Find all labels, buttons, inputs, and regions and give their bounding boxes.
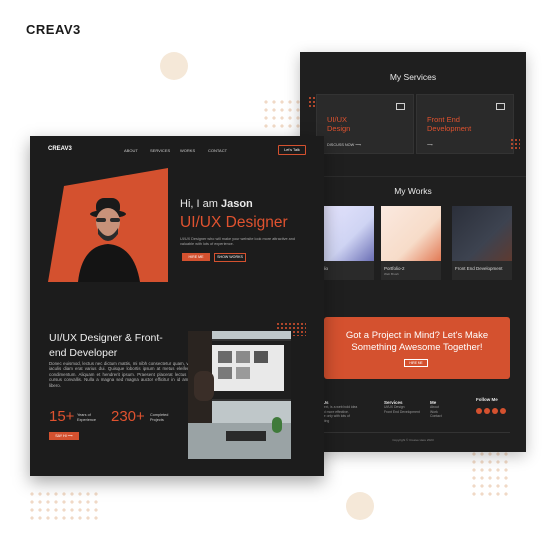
nav-item-about[interactable]: ABOUT (124, 148, 138, 153)
work-label: Front End Development (455, 266, 503, 271)
service-card-frontend[interactable]: Front End Development ⟶ (416, 94, 514, 154)
footer-heading: Follow Me (476, 397, 498, 402)
nav-logo[interactable]: CREAV3 (48, 146, 72, 152)
lets-talk-button[interactable]: Let's Talk (278, 145, 306, 155)
footer-link[interactable]: Front End Development (384, 410, 420, 415)
code-icon (496, 103, 505, 110)
service-title-line2: Design (327, 124, 351, 133)
work-label: Portfolio-2 (384, 266, 405, 271)
brand-logo: CREAV3 (26, 22, 81, 37)
footer-line: eeting (320, 418, 330, 423)
decor-circle-bottom (346, 492, 374, 520)
about-description: Donec euismod, lectus nec dictum mattis,… (49, 361, 192, 388)
decor-dots-left (28, 490, 100, 520)
decor-orange-dots (510, 138, 520, 150)
decor-dots-top (262, 98, 300, 130)
facebook-icon[interactable] (476, 408, 482, 414)
hire-me-button[interactable]: HIRE ME (182, 253, 210, 261)
service-title-line1: Front End (427, 115, 460, 124)
works-title: My Works (394, 186, 432, 196)
stat-projects-number: 230+ (111, 408, 145, 425)
work-thumbnail (452, 206, 512, 261)
service-card-uiux[interactable]: UI/UX Design DISCUSS NOW ⟶ (316, 94, 414, 154)
copyright: Copyright © Creave Here 2023 (392, 438, 434, 442)
stat-projects-label: Completed Projects (150, 413, 169, 422)
work-card-2[interactable]: Portfolio-2 Web Brush (381, 206, 441, 280)
cta-hire-button[interactable]: HIRE ME (404, 359, 428, 367)
nav-item-works[interactable]: WORKS (180, 148, 195, 153)
footer-col-follow: Follow Me (476, 397, 498, 402)
front-page-mockup: CREAV3 ABOUT SERVICES WORKS CONTACT Let'… (30, 136, 324, 476)
service-title-line1: UI/UX (327, 115, 348, 124)
footer-col-services: Services UI/UX Design Front End Developm… (384, 400, 420, 414)
stat-years-number: 15+ (49, 408, 75, 425)
back-page-mockup: My Services UI/UX Design DISCUSS NOW ⟶ Fr… (300, 52, 526, 452)
workspace-photo (188, 331, 291, 459)
design-icon (396, 103, 405, 110)
show-works-button[interactable]: SHOW WORKS (214, 253, 246, 262)
discuss-now-link[interactable]: DISCUSS NOW (327, 143, 354, 147)
work-card-3[interactable]: Front End Development (452, 206, 512, 280)
stat-years-label: Years of Experience (77, 413, 96, 422)
services-title: My Services (389, 72, 437, 82)
footer-line: e text, is a web bold idea (320, 405, 358, 409)
hero-name: Jason (220, 198, 253, 210)
service-title-line2: Development (427, 124, 472, 133)
nav-item-contact[interactable]: CONTACT (208, 148, 227, 153)
footer-col-contact: t Us e text, is a web bold idea and more… (320, 400, 357, 423)
footer-link[interactable]: Contact (430, 414, 442, 419)
say-hi-button[interactable]: SAY HI ⟶ (49, 432, 79, 440)
arrow-right-icon: ⟶ (355, 143, 361, 147)
cta-line1: Got a Project in Mind? Let's Make (345, 330, 489, 341)
decor-circle-top (160, 52, 188, 80)
arrow-right-icon[interactable]: ⟶ (427, 143, 432, 147)
cta-banner: Got a Project in Mind? Let's Make Somethi… (324, 317, 510, 379)
cta-line2: Something Awesome Together! (351, 342, 483, 353)
hero-image (48, 168, 168, 282)
about-title: UI/UX Designer & Front-end Developer (49, 332, 163, 359)
work-thumbnail (381, 206, 441, 261)
hero-greeting: Hi, I am (180, 198, 218, 210)
twitter-icon[interactable] (484, 408, 490, 414)
nav-item-services[interactable]: SERVICES (150, 148, 170, 153)
hero-role: UI/UX Designer (180, 214, 288, 231)
instagram-icon[interactable] (492, 408, 498, 414)
hero-description: UI/UX Designer who will make your websit… (180, 237, 296, 246)
work-sub: Web Brush (384, 272, 399, 276)
linkedin-icon[interactable] (500, 408, 506, 414)
footer-col-me: Me About Work Contact (430, 400, 442, 419)
